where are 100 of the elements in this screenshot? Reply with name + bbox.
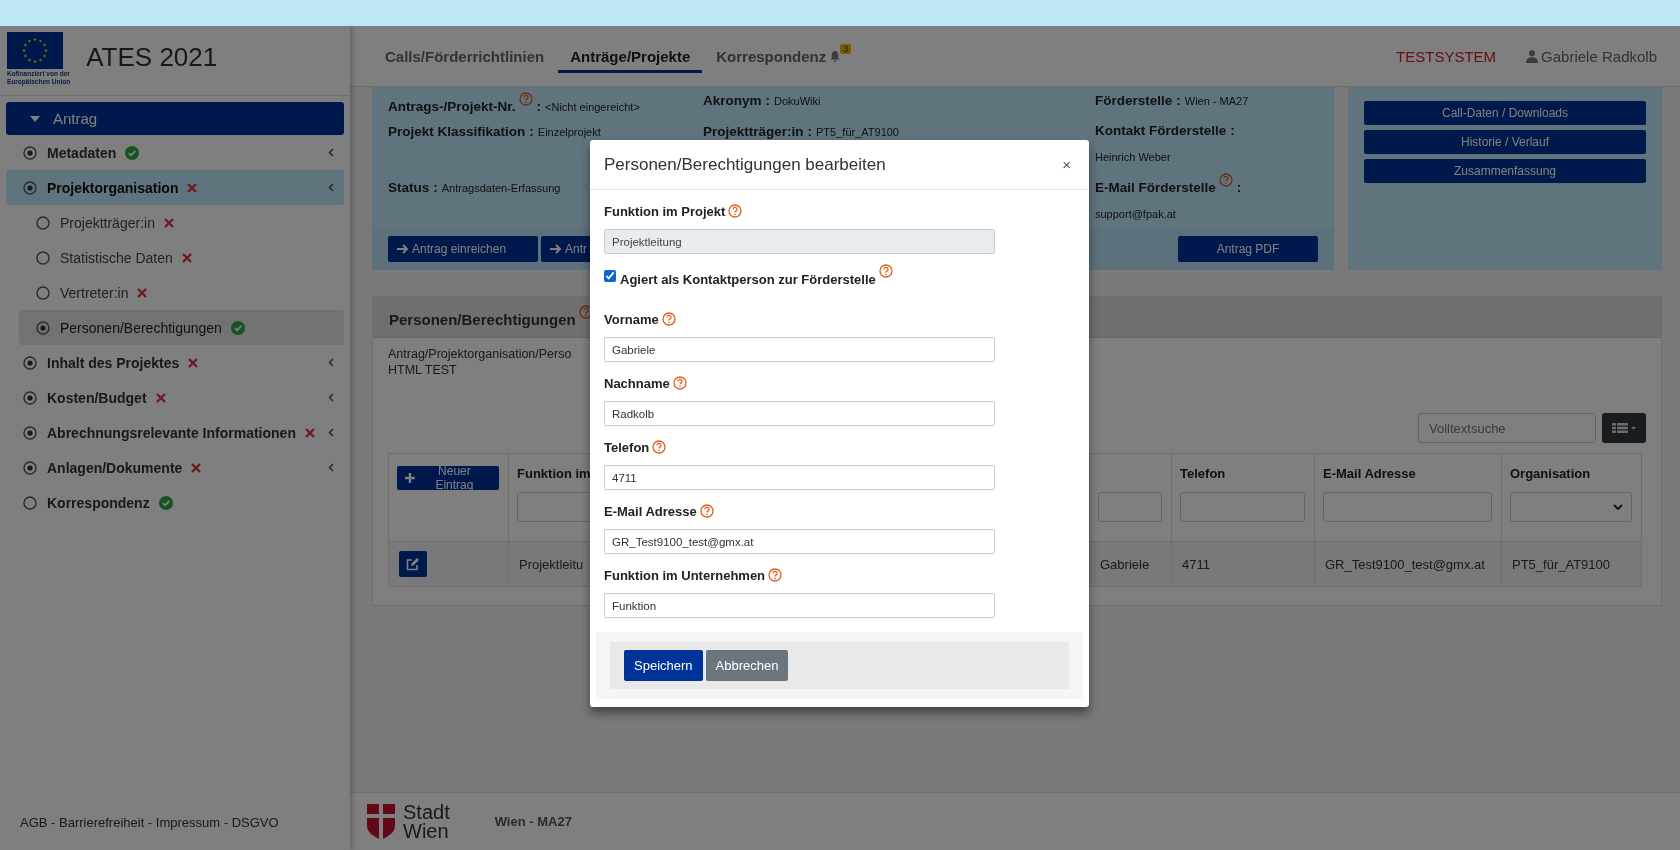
- table-cell: Gabriele: [1100, 556, 1150, 572]
- field-separator: :: [529, 124, 534, 139]
- field-value: support@fpak.at: [1095, 206, 1176, 222]
- nav-item[interactable]: Metadaten: [6, 135, 344, 170]
- note-text: HTML TEST: [388, 363, 457, 377]
- nav-subitem[interactable]: Vertreter:in: [19, 275, 344, 310]
- cancel-button[interactable]: Abbrechen: [705, 650, 789, 681]
- nav-item-label: Abrechnungsrelevante Informationen: [47, 424, 296, 441]
- nav-subitem-label: Projektträger:in: [60, 214, 155, 231]
- nav-item[interactable]: Inhalt des Projektes: [6, 345, 344, 380]
- new-entry-button[interactable]: Neuer Eintrag: [397, 466, 499, 490]
- field-label: Telefon: [604, 440, 650, 455]
- field-label: Funktion im Projekt: [604, 204, 726, 219]
- field-value: Heinrich Weber: [1095, 150, 1171, 165]
- column-filter-field[interactable]: [1098, 492, 1162, 522]
- nav-item[interactable]: Korrespondenz: [6, 485, 344, 520]
- edit-button[interactable]: [399, 551, 427, 577]
- nav-subitem[interactable]: Projektträger:in: [19, 205, 344, 240]
- panel-button[interactable]: Historie / Verlauf: [1364, 130, 1646, 154]
- field-separator: :: [536, 98, 542, 114]
- list-icon: [1612, 423, 1636, 433]
- chevron-left-icon: [328, 183, 334, 192]
- field-label: Antrags-/Projekt-Nr.: [388, 98, 516, 114]
- nav-item-label: Metadaten: [47, 144, 117, 161]
- columns-button[interactable]: [1602, 413, 1646, 443]
- nav-item[interactable]: Anlagen/Dokumente: [6, 450, 344, 485]
- nav-tab[interactable]: Calls/Förderrichtlinien: [373, 39, 557, 73]
- field-value: DokuWiki: [774, 94, 821, 109]
- field-separator: :: [1236, 179, 1242, 195]
- nav-item[interactable]: Projektorganisation: [6, 170, 344, 205]
- panel-button[interactable]: Zusammenfassung: [1364, 159, 1646, 183]
- field-value: Wien - MA27: [1184, 94, 1249, 109]
- input-field[interactable]: Radkolb: [604, 401, 995, 426]
- nav-item[interactable]: Abrechnungsrelevante Informationen: [6, 415, 344, 450]
- field-value: PT5_für_AT9100: [816, 125, 899, 140]
- checkbox[interactable]: [604, 270, 616, 282]
- app-title: ATES 2021: [86, 42, 218, 73]
- chevron-left-icon: [328, 148, 334, 157]
- footer-links[interactable]: AGB - Barrierefreiheit - Impressum - DSGVO: [0, 815, 350, 850]
- input-field[interactable]: GR_Test9100_test@gmx.at: [604, 529, 995, 554]
- input-field[interactable]: 4711: [604, 465, 995, 490]
- checkbox-label: Agiert als Kontaktperson zur Förderstelle: [620, 272, 876, 288]
- field-separator: :: [433, 180, 438, 195]
- nav-item[interactable]: Kosten/Budget: [6, 380, 344, 415]
- user-name[interactable]: Gabriele Radkolb: [1541, 47, 1657, 65]
- field-value: Einzelprojekt: [537, 125, 601, 140]
- field-value: Antragsdaten-Erfassung: [441, 181, 561, 196]
- search-field[interactable]: Volltextsuche: [1418, 413, 1596, 443]
- action-button[interactable]: Antrag einreichen: [388, 236, 538, 262]
- nav-group-label: Antrag: [53, 110, 98, 127]
- field-label: E-Mail Adresse: [604, 504, 697, 519]
- field-label: Kontakt Förderstelle: [1095, 123, 1227, 138]
- shield-logo-icon: [367, 803, 395, 840]
- nav-tab[interactable]: Korrespondenz 3: [704, 39, 854, 73]
- table-cell: 4711: [1182, 556, 1210, 572]
- nav-subitem[interactable]: Statistische Daten: [19, 240, 344, 275]
- save-button[interactable]: Speichern: [624, 650, 703, 681]
- caret-icon: [30, 115, 40, 122]
- user-icon: [1526, 49, 1539, 63]
- panel-button[interactable]: Call-Daten / Downloads: [1364, 101, 1646, 125]
- field-separator: :: [1176, 93, 1181, 108]
- nav-group-header[interactable]: Antrag: [6, 102, 344, 135]
- nav-item-label: Anlagen/Dokumente: [47, 459, 183, 476]
- field-value: <Nicht eingereicht>: [545, 99, 640, 115]
- column-header: Funktion im: [517, 466, 591, 481]
- field-label: Projektträger:in: [703, 124, 804, 139]
- chevron-left-icon: [328, 393, 334, 402]
- field-label: Funktion im Unternehmen: [604, 568, 766, 583]
- nav-tab[interactable]: Anträge/Projekte: [558, 39, 703, 73]
- department-label: Wien - MA27: [494, 814, 572, 829]
- card-title: Personen/Berechtigungen: [389, 311, 576, 329]
- field-separator: :: [765, 93, 770, 108]
- column-header: Organisation: [1510, 466, 1591, 481]
- eu-flag-icon: [7, 32, 63, 69]
- dialog-title: Personen/Berechtigungen bearbeiten: [604, 154, 886, 175]
- pencil-icon: [406, 557, 420, 571]
- nav-item-label: Korrespondenz: [47, 494, 150, 511]
- field-label: Status: [388, 180, 430, 195]
- field-label: Nachname: [604, 376, 670, 391]
- bell-icon: [829, 49, 842, 63]
- input-field[interactable]: Gabriele: [604, 337, 995, 362]
- field-label: E-Mail Förderstelle: [1095, 179, 1216, 195]
- field-label: Akronym: [703, 93, 762, 108]
- table-cell: Projektleitu: [519, 556, 584, 572]
- input-field[interactable]: Funktion: [604, 593, 995, 618]
- field-label: Förderstelle: [1095, 93, 1173, 108]
- column-filter-field[interactable]: [1323, 492, 1492, 522]
- nav-item-label: Projektorganisation: [47, 179, 179, 196]
- nav-item-label: Kosten/Budget: [47, 389, 147, 406]
- chevron-down-icon: [1613, 504, 1623, 510]
- field-separator: :: [807, 124, 813, 139]
- nav-subitem-label: Personen/Berechtigungen: [60, 319, 222, 336]
- close-button[interactable]: ×: [1058, 156, 1075, 173]
- arrow-right-icon: [397, 244, 409, 254]
- field-label: Projekt Klassifikation: [388, 124, 526, 139]
- arrow-right-icon: [550, 244, 562, 254]
- nav-subitem[interactable]: Personen/Berechtigungen: [19, 310, 344, 345]
- pdf-button[interactable]: Antrag PDF: [1178, 236, 1318, 262]
- column-filter-field[interactable]: [1180, 492, 1305, 522]
- notification-badge: 3: [840, 43, 852, 54]
